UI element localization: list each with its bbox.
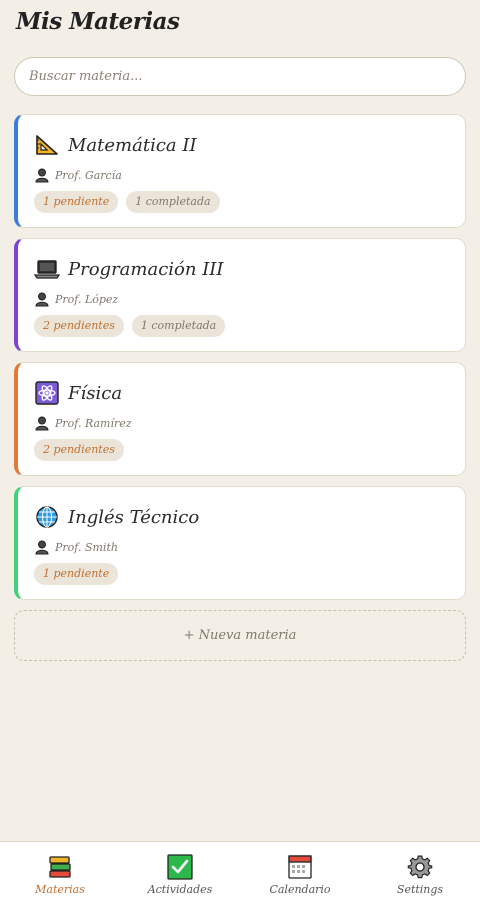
nav-label: Calendario <box>269 883 331 896</box>
bottom-nav: Materias Actividades Calendario Settings <box>0 841 480 900</box>
badge-row: 1 pendiente <box>34 563 126 585</box>
person-icon <box>35 416 49 431</box>
new-subject-button[interactable]: + Nueva materia <box>14 610 466 661</box>
nav-item-calendario[interactable]: Calendario <box>240 842 360 900</box>
subject-header: Física <box>34 381 122 405</box>
books-icon <box>49 856 71 878</box>
subject-header: Programación III <box>34 257 224 281</box>
professor-name: Prof. García <box>55 168 122 182</box>
badge-row: 1 pendiente 1 completada <box>34 191 228 213</box>
badge-row: 2 pendientes <box>34 439 132 461</box>
subject-header: Matemática II <box>34 133 197 157</box>
subject-card[interactable]: Programación III Prof. López 2 pendiente… <box>14 238 466 352</box>
pending-badge: 2 pendientes <box>34 315 124 337</box>
subject-name: Programación III <box>68 258 224 280</box>
pending-badge: 1 pendiente <box>34 563 119 585</box>
gear-icon <box>407 855 433 879</box>
subject-card[interactable]: Física Prof. Ramírez 2 pendientes <box>14 362 466 476</box>
completed-badge: 1 completada <box>126 191 220 213</box>
subject-name: Inglés Técnico <box>68 506 200 528</box>
professor-name: Prof. López <box>55 292 119 306</box>
person-icon <box>35 168 49 183</box>
nav-label: Settings <box>396 883 444 896</box>
professor-name: Prof. Smith <box>55 540 118 554</box>
nav-item-settings[interactable]: Settings <box>360 842 480 900</box>
pending-badge: 2 pendientes <box>34 439 124 461</box>
globe-icon <box>34 505 60 529</box>
subject-header: Inglés Técnico <box>34 505 199 529</box>
app-screen: Mis Materias Matemática II <box>0 0 480 900</box>
nav-label: Actividades <box>147 883 213 896</box>
calendar-icon <box>288 855 312 879</box>
professor: Prof. Smith <box>34 539 118 555</box>
professor: Prof. Ramírez <box>34 415 132 431</box>
laptop-icon <box>34 257 60 281</box>
person-icon <box>35 540 49 555</box>
triangle-ruler-icon <box>34 133 60 157</box>
subject-name: Física <box>68 382 123 404</box>
subject-list: Matemática II Prof. García 1 pendiente 1… <box>14 114 466 610</box>
professor: Prof. López <box>34 291 118 307</box>
checkbox-icon <box>167 854 193 880</box>
badge-row: 2 pendientes 1 completada <box>34 315 233 337</box>
subject-card[interactable]: Inglés Técnico Prof. Smith 1 pendiente <box>14 486 466 600</box>
nav-item-actividades[interactable]: Actividades <box>120 842 240 900</box>
person-icon <box>35 292 49 307</box>
professor-name: Prof. Ramírez <box>55 416 132 430</box>
pending-badge: 1 pendiente <box>34 191 119 213</box>
page-title: Mis Materias <box>16 8 180 35</box>
professor: Prof. García <box>34 167 122 183</box>
nav-label: Materias <box>35 883 85 896</box>
subject-card[interactable]: Matemática II Prof. García 1 pendiente 1… <box>14 114 466 228</box>
nav-item-materias[interactable]: Materias <box>0 842 120 900</box>
completed-badge: 1 completada <box>131 315 226 337</box>
atom-icon <box>34 381 60 405</box>
search-input[interactable] <box>14 57 466 96</box>
subject-name: Matemática II <box>68 134 197 156</box>
